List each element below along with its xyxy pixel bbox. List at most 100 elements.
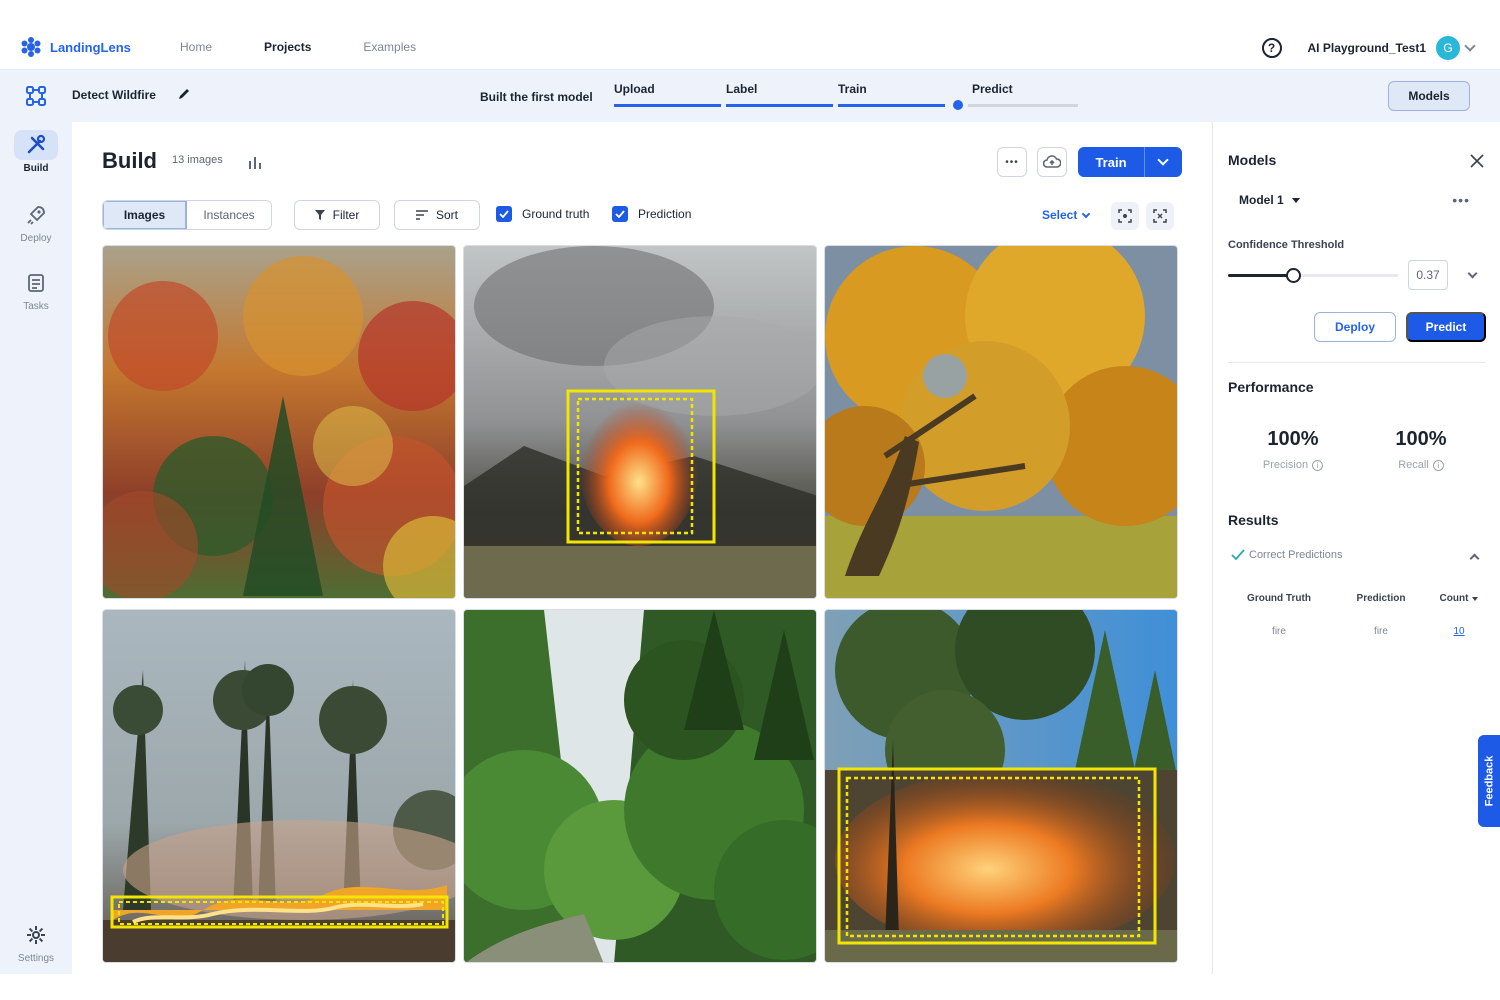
performance-title: Performance bbox=[1228, 379, 1314, 395]
check-icon bbox=[1231, 549, 1245, 561]
cell-prediction: fire bbox=[1374, 626, 1388, 637]
sort-button[interactable]: Sort bbox=[394, 200, 480, 230]
filter-icon bbox=[314, 210, 325, 220]
panel-divider bbox=[1228, 362, 1486, 363]
current-step-marker bbox=[953, 100, 963, 110]
sort-icon bbox=[415, 210, 428, 220]
select-dropdown[interactable]: Select bbox=[1042, 208, 1091, 222]
precision-label: Precision bbox=[1262, 459, 1309, 471]
pine-forest-fire-image bbox=[825, 610, 1177, 962]
confidence-slider[interactable] bbox=[1228, 268, 1398, 283]
rail-item-build[interactable]: Build bbox=[0, 130, 72, 174]
fit-view-button[interactable] bbox=[1146, 202, 1174, 230]
rail-item-deploy[interactable]: Deploy bbox=[0, 200, 72, 244]
recall-metric: 100% Recall i bbox=[1356, 428, 1486, 471]
train-label: Train bbox=[1095, 154, 1127, 170]
rocket-icon bbox=[27, 206, 45, 225]
recall-label: Recall bbox=[1398, 459, 1429, 471]
close-icon[interactable] bbox=[1470, 154, 1484, 168]
rail-settings-label: Settings bbox=[17, 953, 55, 964]
image-tile-smoky-fire[interactable] bbox=[463, 245, 817, 599]
step-upload-progress bbox=[614, 104, 721, 107]
ground-truth-checkbox[interactable] bbox=[496, 206, 512, 222]
project-graph-icon[interactable] bbox=[26, 86, 46, 106]
train-button[interactable]: Train bbox=[1078, 147, 1182, 177]
confidence-slider-thumb[interactable] bbox=[1286, 268, 1301, 283]
step-predict-progress bbox=[968, 104, 1078, 107]
image-tile-autumn-tree[interactable] bbox=[824, 245, 1178, 599]
predict-button[interactable]: Predict bbox=[1406, 312, 1486, 342]
correct-predictions-row[interactable]: Correct Predictions bbox=[1231, 549, 1343, 561]
pencil-icon[interactable] bbox=[177, 87, 191, 101]
image-tile-autumn-forest[interactable] bbox=[102, 245, 456, 599]
org-name[interactable]: AI Playground_Test1 bbox=[1308, 41, 1426, 55]
upload-button[interactable] bbox=[1037, 147, 1067, 177]
page-title: Build bbox=[102, 148, 157, 173]
recall-label-row: Recall i bbox=[1356, 459, 1486, 471]
rail-deploy-icon-wrap bbox=[14, 200, 58, 230]
rail-item-tasks[interactable]: Tasks bbox=[0, 268, 72, 312]
image-tile-pine-forest-fire[interactable] bbox=[824, 609, 1178, 963]
more-options-button[interactable]: ••• bbox=[997, 147, 1027, 177]
header-count-label: Count bbox=[1439, 593, 1469, 604]
collapse-chevron-up-icon[interactable] bbox=[1469, 553, 1480, 564]
deploy-button[interactable]: Deploy bbox=[1314, 312, 1396, 342]
nav-projects[interactable]: Projects bbox=[264, 40, 311, 54]
account-chevron-down-icon[interactable] bbox=[1464, 39, 1476, 52]
confidence-value-input[interactable]: 0.37 bbox=[1408, 260, 1448, 290]
autumn-tree-image bbox=[825, 246, 1177, 598]
train-options-chevron-down-icon[interactable] bbox=[1145, 154, 1181, 166]
nav-examples[interactable]: Examples bbox=[363, 40, 416, 54]
left-rail: Build Deploy Tasks Settings bbox=[0, 122, 72, 974]
rail-settings-icon-wrap bbox=[14, 920, 58, 950]
confidence-label: Confidence Threshold bbox=[1228, 239, 1345, 251]
info-icon[interactable]: i bbox=[1432, 459, 1444, 471]
select-label: Select bbox=[1042, 208, 1078, 222]
project-name: Detect Wildfire bbox=[72, 88, 156, 102]
tasks-icon bbox=[28, 274, 44, 292]
account-area: ? AI Playground_Test1 G bbox=[1261, 25, 1476, 70]
rail-tasks-label: Tasks bbox=[23, 301, 49, 312]
image-tile-forest-fire-line[interactable] bbox=[102, 609, 456, 963]
tab-images[interactable]: Images bbox=[103, 201, 187, 229]
panel-title: Models bbox=[1228, 152, 1277, 168]
cell-count-link[interactable]: 10 bbox=[1432, 626, 1486, 637]
confidence-chevron-down-icon[interactable] bbox=[1467, 268, 1478, 279]
focus-icon bbox=[1118, 209, 1132, 223]
avatar[interactable]: G bbox=[1436, 35, 1460, 60]
help-icon[interactable]: ? bbox=[1261, 37, 1282, 58]
step-train-progress bbox=[838, 104, 945, 107]
prediction-checkbox[interactable] bbox=[612, 206, 628, 222]
feedback-tab[interactable]: Feedback bbox=[1478, 735, 1500, 827]
zoom-in-button[interactable] bbox=[1111, 202, 1139, 230]
prediction-toggle[interactable]: Prediction bbox=[612, 206, 691, 222]
green-forest-image bbox=[464, 610, 816, 962]
image-tile-green-forest[interactable] bbox=[463, 609, 817, 963]
header-prediction: Prediction bbox=[1356, 593, 1406, 604]
model-selector[interactable]: Model 1 bbox=[1239, 193, 1300, 207]
info-icon[interactable]: i bbox=[1312, 459, 1324, 471]
smoky-fire-image bbox=[464, 246, 816, 598]
tab-instances[interactable]: Instances bbox=[187, 201, 271, 229]
landinglens-logo-icon bbox=[21, 37, 41, 57]
rail-build-icon-wrap bbox=[14, 130, 58, 160]
models-button[interactable]: Models bbox=[1388, 81, 1470, 111]
step-upload[interactable]: Upload bbox=[614, 82, 655, 96]
filter-button[interactable]: Filter bbox=[294, 200, 380, 230]
brand-name: LandingLens bbox=[50, 39, 131, 55]
rail-item-settings[interactable]: Settings bbox=[0, 920, 72, 964]
step-predict[interactable]: Predict bbox=[972, 82, 1013, 96]
step-train[interactable]: Train bbox=[838, 82, 867, 96]
view-toggle: Images Instances bbox=[102, 200, 272, 230]
bar-chart-icon[interactable] bbox=[248, 155, 262, 169]
confidence-slider-fill bbox=[1228, 274, 1293, 277]
step-label-progress bbox=[726, 104, 833, 107]
correct-predictions-label: Correct Predictions bbox=[1249, 549, 1343, 561]
ground-truth-toggle[interactable]: Ground truth bbox=[496, 206, 589, 222]
step-label[interactable]: Label bbox=[726, 82, 757, 96]
tools-icon bbox=[27, 134, 46, 154]
model-more-icon[interactable]: ••• bbox=[1452, 192, 1470, 208]
nav-home[interactable]: Home bbox=[180, 40, 212, 54]
header-count[interactable]: Count bbox=[1432, 593, 1486, 604]
brand-logo[interactable]: LandingLens bbox=[20, 36, 180, 58]
